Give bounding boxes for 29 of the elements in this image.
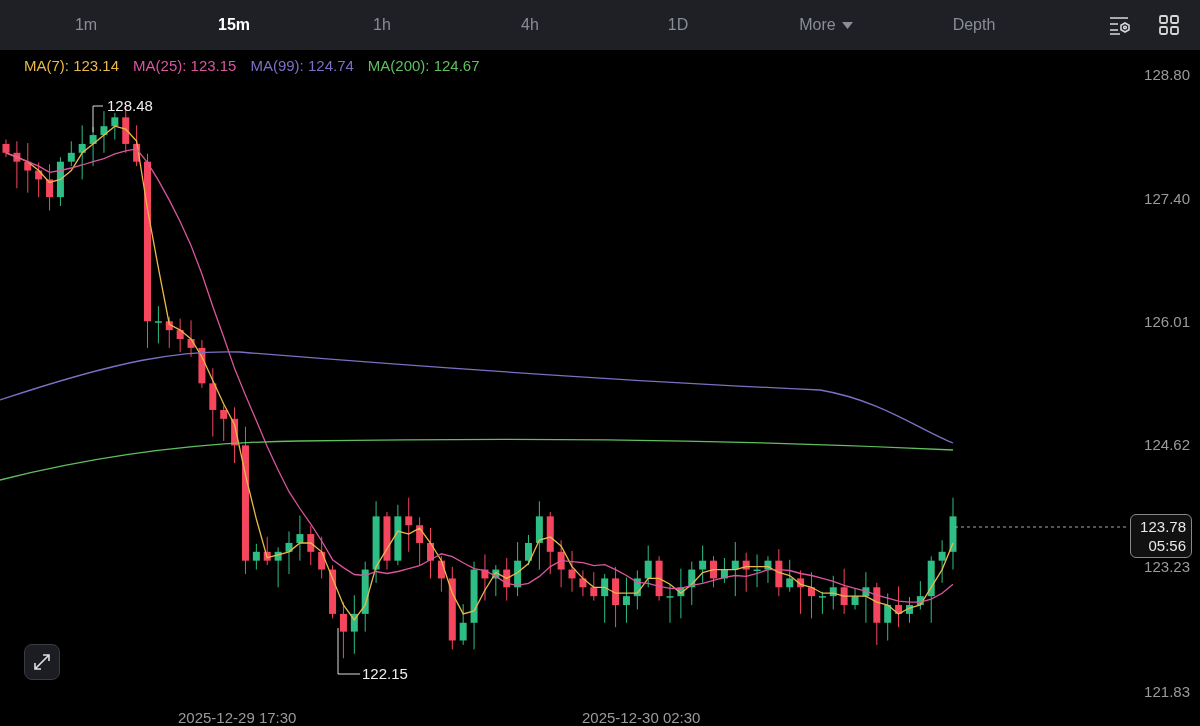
- high-marker-line: [92, 105, 104, 133]
- time-axis-label: 2025-12-29 17:30: [178, 708, 297, 726]
- moving-average-value: MA(25): 123.15: [133, 56, 237, 76]
- grid-layout-icon[interactable]: [1158, 14, 1180, 36]
- expand-icon: [32, 652, 52, 672]
- chart-settings-icon[interactable]: [1108, 15, 1132, 35]
- low-price-label: 122.15: [362, 665, 408, 682]
- price-axis-label: 123.23: [1144, 557, 1190, 577]
- interval-tab[interactable]: 1h: [308, 13, 456, 37]
- moving-average-value: MA(200): 124.67: [367, 56, 480, 76]
- price-axis-label: 126.01: [1144, 312, 1190, 332]
- last-price-tag: 123.78 05:56: [1130, 514, 1192, 558]
- price-axis-label: 128.80: [1144, 65, 1190, 85]
- caret-icon: [841, 21, 853, 29]
- interval-tab[interactable]: Depth: [900, 13, 1048, 37]
- interval-tab[interactable]: 1m: [12, 13, 160, 37]
- price-axis-label: 121.83: [1144, 682, 1190, 702]
- interval-tab[interactable]: 1D: [604, 13, 752, 37]
- high-price-label: 128.48: [107, 97, 153, 114]
- interval-tab[interactable]: 15m: [160, 13, 308, 37]
- interval-tab[interactable]: 4h: [456, 13, 604, 37]
- fullscreen-button[interactable]: [24, 644, 60, 680]
- price-axis-label: 124.62: [1144, 435, 1190, 455]
- moving-average-value: MA(7): 123.14: [24, 56, 120, 76]
- interval-tab[interactable]: More: [752, 13, 900, 37]
- price-axis-label: 127.40: [1144, 189, 1190, 209]
- low-marker-line: [337, 627, 361, 675]
- moving-average-value: MA(99): 124.74: [250, 56, 354, 76]
- time-axis-label: 2025-12-30 02:30: [582, 708, 701, 726]
